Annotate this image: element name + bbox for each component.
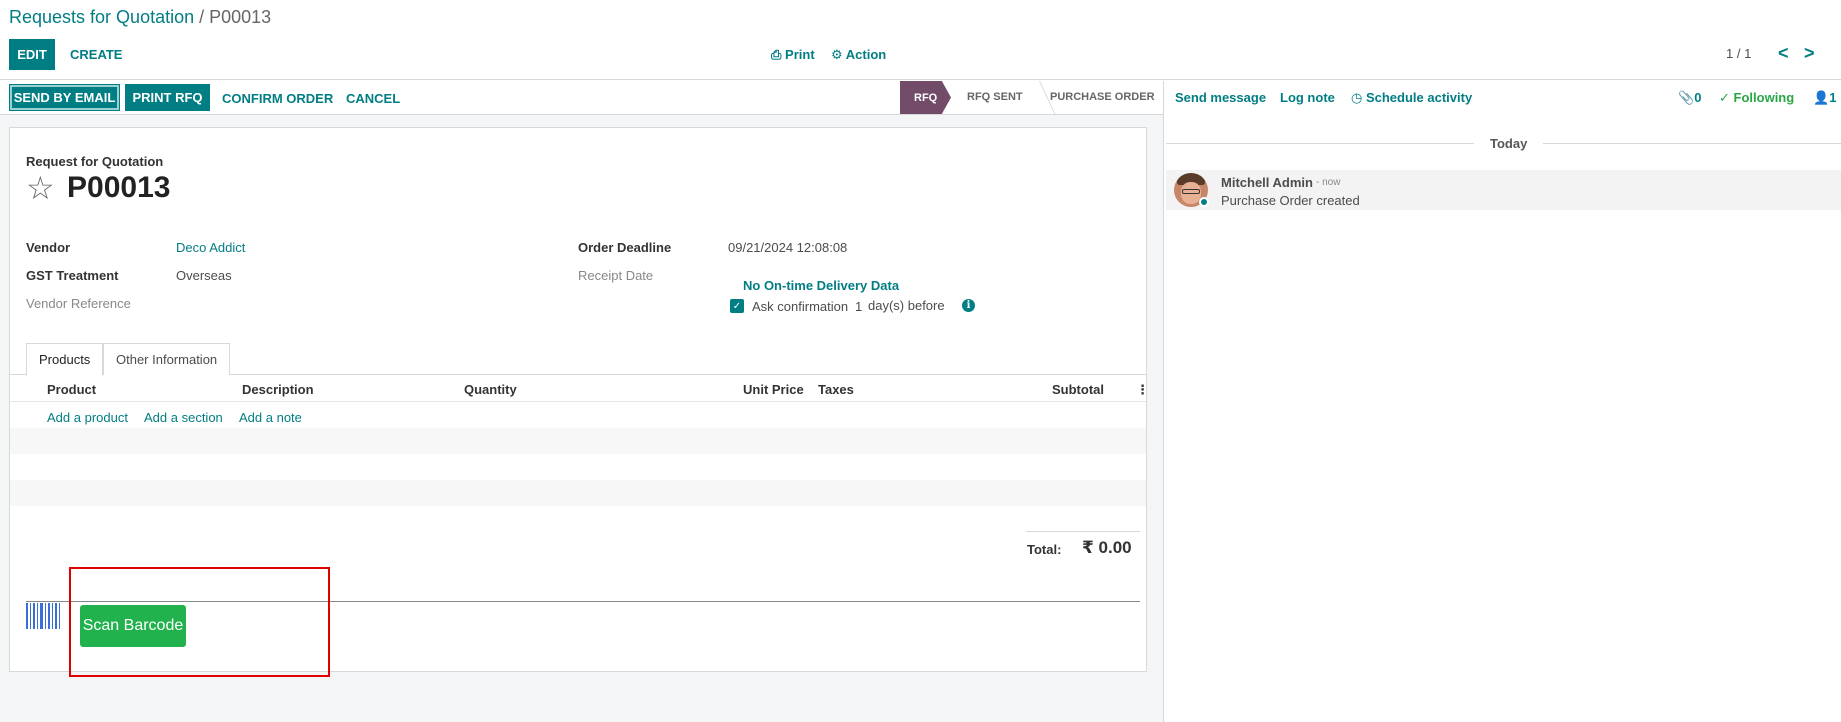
- stage-pipeline: RFQ RFQ SENT PURCHASE ORDER: [900, 81, 1163, 115]
- info-icon[interactable]: i: [962, 299, 975, 312]
- ask-confirmation-checkbox[interactable]: ✓: [730, 299, 744, 313]
- add-section-link[interactable]: Add a section: [144, 410, 223, 425]
- chevron-right-icon[interactable]: >: [1804, 43, 1815, 64]
- print-menu-button[interactable]: ⎙ Print: [771, 47, 815, 63]
- date-divider-label: Today: [1474, 136, 1544, 151]
- gear-icon: ⚙: [831, 47, 843, 62]
- order-lines-header: Product Description Quantity Unit Price …: [10, 376, 1149, 402]
- notebook-tabs: Products Other Information: [10, 343, 1146, 376]
- column-subtotal[interactable]: Subtotal: [1052, 382, 1104, 397]
- delivery-data-link[interactable]: No On-time Delivery Data: [743, 278, 899, 293]
- receipt-date-label: Receipt Date: [578, 268, 654, 283]
- ask-confirmation-days-field[interactable]: 1: [855, 299, 862, 314]
- breadcrumb: Requests for Quotation / P00013: [9, 7, 271, 28]
- action-menu-button[interactable]: ⚙ Action: [831, 47, 886, 63]
- message-body: Purchase Order created: [1221, 193, 1360, 208]
- add-note-link[interactable]: Add a note: [239, 410, 302, 425]
- total-value: ₹ 0.00: [1082, 538, 1132, 557]
- control-panel: Requests for Quotation / P00013 EDIT CRE…: [0, 0, 1841, 80]
- message-time: - now: [1316, 177, 1341, 188]
- stage-purchase-order[interactable]: PURCHASE ORDER: [1050, 91, 1155, 103]
- message-item: Mitchell Admin - now Purchase Order crea…: [1166, 170, 1841, 210]
- confirm-order-button[interactable]: CONFIRM ORDER: [222, 91, 333, 106]
- message-author[interactable]: Mitchell Admin: [1221, 175, 1313, 190]
- ask-confirmation-suffix: day(s) before: [868, 298, 945, 313]
- star-icon[interactable]: ☆: [26, 172, 55, 204]
- highlight-box: [69, 567, 330, 677]
- total-divider: [1026, 531, 1140, 532]
- empty-row: [10, 480, 1146, 506]
- log-note-button[interactable]: Log note: [1280, 90, 1335, 105]
- edit-button[interactable]: EDIT: [9, 39, 55, 70]
- pager-value[interactable]: 1 / 1: [1726, 46, 1751, 61]
- breadcrumb-separator: /: [194, 7, 210, 27]
- user-icon: 👤: [1813, 90, 1830, 105]
- order-deadline-label: Order Deadline: [578, 240, 672, 255]
- ask-confirmation-label: Ask confirmation: [752, 299, 849, 314]
- action-label: Action: [845, 47, 887, 62]
- empty-row: [10, 454, 1146, 480]
- create-button[interactable]: CREATE: [70, 47, 122, 62]
- send-message-button[interactable]: Send message: [1175, 90, 1266, 105]
- attachments-button[interactable]: 📎0: [1678, 90, 1701, 106]
- chatter-panel: Send message Log note ◷ Schedule activit…: [1163, 81, 1841, 722]
- breadcrumb-current: P00013: [209, 7, 272, 27]
- column-quantity[interactable]: Quantity: [464, 382, 517, 397]
- clock-icon: ◷: [1351, 90, 1363, 105]
- paperclip-icon: 📎: [1678, 90, 1695, 105]
- cancel-button[interactable]: CANCEL: [346, 91, 400, 106]
- send-by-email-button[interactable]: SEND BY EMAIL: [9, 84, 120, 111]
- tab-other-information[interactable]: Other Information: [103, 343, 231, 375]
- stage-rfq[interactable]: RFQ: [900, 81, 951, 114]
- document-name: P00013: [67, 171, 171, 204]
- check-icon: ✓: [1719, 90, 1730, 105]
- chevron-left-icon[interactable]: <: [1778, 43, 1789, 64]
- following-button[interactable]: ✓ Following: [1719, 90, 1794, 106]
- document-type-label: Request for Quotation: [26, 154, 164, 169]
- vendor-reference-label: Vendor Reference: [26, 296, 131, 311]
- column-description[interactable]: Description: [242, 382, 314, 397]
- order-deadline-field[interactable]: 09/21/2024 12:08:08: [728, 240, 847, 255]
- gst-treatment-label: GST Treatment: [26, 268, 119, 283]
- following-label: Following: [1733, 90, 1795, 105]
- print-label: Print: [785, 47, 815, 62]
- add-product-link[interactable]: Add a product: [47, 410, 128, 425]
- form-statusbar: SEND BY EMAIL PRINT RFQ CONFIRM ORDER CA…: [0, 81, 1163, 115]
- barcode-icon: [26, 603, 60, 629]
- column-product[interactable]: Product: [47, 382, 96, 397]
- online-status-icon: [1199, 197, 1209, 207]
- attachments-count: 0: [1694, 90, 1702, 105]
- empty-row: [10, 428, 1146, 454]
- gst-treatment-field[interactable]: Overseas: [176, 268, 232, 283]
- total-label: Total:: [1027, 542, 1062, 557]
- column-options-icon[interactable]: ⋮: [1136, 382, 1149, 398]
- print-rfq-button[interactable]: PRINT RFQ: [125, 84, 210, 111]
- tab-products[interactable]: Products: [26, 343, 104, 376]
- schedule-activity-label: Schedule activity: [1365, 90, 1473, 105]
- breadcrumb-parent-link[interactable]: Requests for Quotation: [9, 7, 194, 27]
- schedule-activity-button[interactable]: ◷ Schedule activity: [1351, 90, 1472, 106]
- stage-rfq-sent[interactable]: RFQ SENT: [967, 91, 1023, 103]
- column-unit-price[interactable]: Unit Price: [743, 382, 804, 397]
- column-taxes[interactable]: Taxes: [818, 382, 854, 397]
- followers-button[interactable]: 👤1: [1813, 90, 1836, 106]
- followers-count: 1: [1829, 90, 1837, 105]
- vendor-field[interactable]: Deco Addict: [176, 240, 245, 255]
- vendor-label: Vendor: [26, 240, 71, 255]
- printer-icon: ⎙: [771, 47, 782, 62]
